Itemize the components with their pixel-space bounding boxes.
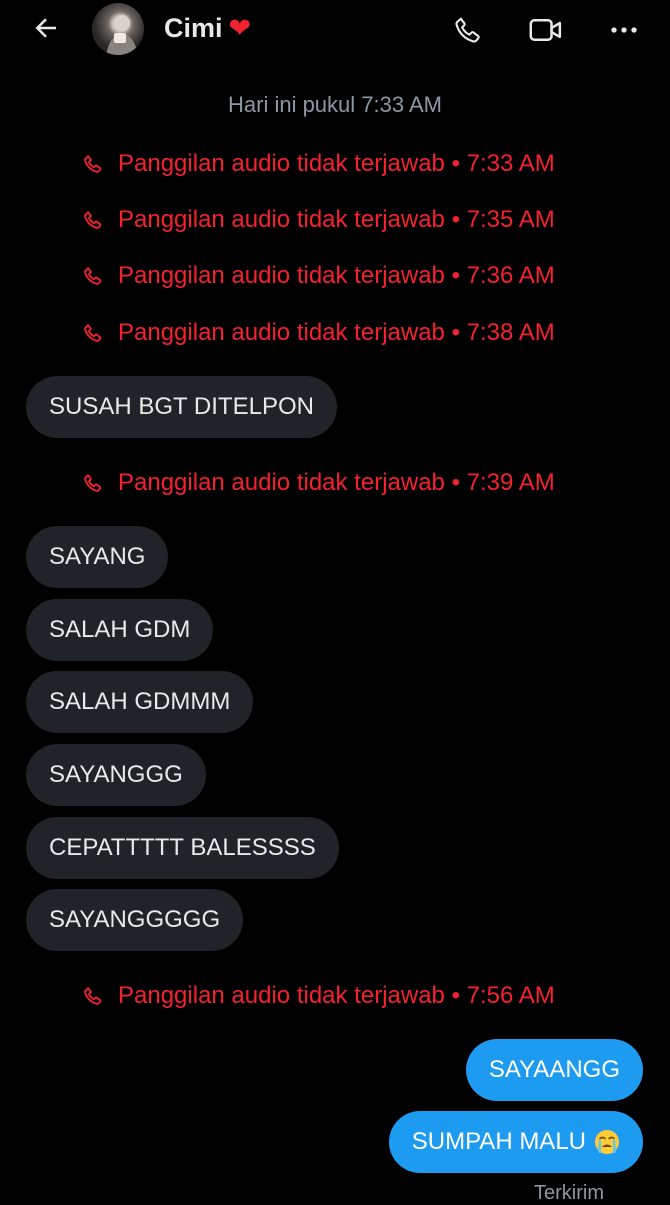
- crying-face-emoji: [595, 1130, 619, 1154]
- video-camera-icon: [529, 19, 562, 41]
- missed-call-entry[interactable]: Panggilan audio tidak terjawab • 7:35 AM: [82, 205, 555, 235]
- missed-call-entry[interactable]: Panggilan audio tidak terjawab • 7:38 AM: [82, 318, 555, 348]
- missed-call-entry[interactable]: Panggilan audio tidak terjawab • 7:56 AM: [82, 981, 555, 1011]
- avatar-image: [106, 15, 138, 55]
- incoming-message[interactable]: SAYANGGG: [26, 744, 206, 806]
- message-text: SUMPAH MALU: [411, 1128, 586, 1155]
- incoming-message[interactable]: SAYANGGGGG: [26, 889, 244, 951]
- back-button[interactable]: [28, 10, 64, 46]
- incoming-message[interactable]: SALAH GDMMM: [26, 671, 254, 733]
- missed-call-phone-icon: [82, 322, 104, 344]
- message-text: SALAH GDM: [49, 616, 191, 643]
- missed-call-phone-icon: [82, 153, 104, 175]
- missed-call-text: Panggilan audio tidak terjawab • 7:56 AM: [118, 982, 555, 1009]
- message-text: SUSAH BGT DITELPON: [49, 393, 314, 420]
- missed-call-entry[interactable]: Panggilan audio tidak terjawab • 7:33 AM: [82, 149, 555, 179]
- outgoing-message[interactable]: SUMPAH MALU: [388, 1111, 643, 1173]
- missed-call-entry[interactable]: Panggilan audio tidak terjawab • 7:36 AM: [82, 261, 555, 291]
- missed-call-phone-icon: [82, 472, 104, 494]
- missed-call-text: Panggilan audio tidak terjawab • 7:35 AM: [118, 206, 555, 233]
- missed-call-entry[interactable]: Panggilan audio tidak terjawab • 7:39 AM: [82, 468, 555, 498]
- date-separator: Hari ini pukul 7:33 AM: [228, 92, 442, 117]
- missed-call-text: Panggilan audio tidak terjawab • 7:39 AM: [118, 469, 555, 496]
- missed-call-phone-icon: [82, 209, 104, 231]
- message-text: SAYANGGGGG: [49, 906, 221, 933]
- conversation-header: Cimi ❤: [0, 0, 670, 60]
- missed-call-text: Panggilan audio tidak terjawab • 7:33 AM: [118, 150, 555, 177]
- more-dots-icon: [611, 27, 637, 33]
- incoming-message[interactable]: CEPATTTTT BALESSSS: [26, 817, 339, 879]
- contact-name-text: Cimi: [164, 13, 223, 43]
- message-text: SALAH GDMMM: [49, 688, 231, 715]
- missed-call-text: Panggilan audio tidak terjawab • 7:38 AM: [118, 319, 555, 346]
- contact-avatar[interactable]: [92, 3, 144, 55]
- contact-name[interactable]: Cimi ❤: [164, 10, 251, 46]
- message-text: SAYAANGG: [488, 1056, 620, 1083]
- message-text: SAYANG: [49, 543, 146, 570]
- message-text: CEPATTTTT BALESSSS: [49, 834, 316, 861]
- outgoing-message[interactable]: SAYAANGG: [465, 1039, 643, 1101]
- phone-icon: [455, 17, 480, 43]
- incoming-message[interactable]: SAYANG: [26, 526, 169, 588]
- heart-emoji: ❤: [228, 13, 252, 43]
- back-arrow-icon: [35, 18, 56, 38]
- voice-call-button[interactable]: [448, 10, 488, 50]
- message-text: SAYANGGG: [49, 761, 183, 788]
- more-options-button[interactable]: [604, 10, 644, 50]
- missed-call-text: Panggilan audio tidak terjawab • 7:36 AM: [118, 262, 555, 289]
- delivery-status: Terkirim: [534, 1182, 604, 1204]
- missed-call-phone-icon: [82, 265, 104, 287]
- incoming-message[interactable]: SALAH GDM: [26, 599, 214, 661]
- incoming-message[interactable]: SUSAH BGT DITELPON: [26, 376, 337, 438]
- video-call-button[interactable]: [526, 10, 566, 50]
- missed-call-phone-icon: [82, 985, 104, 1007]
